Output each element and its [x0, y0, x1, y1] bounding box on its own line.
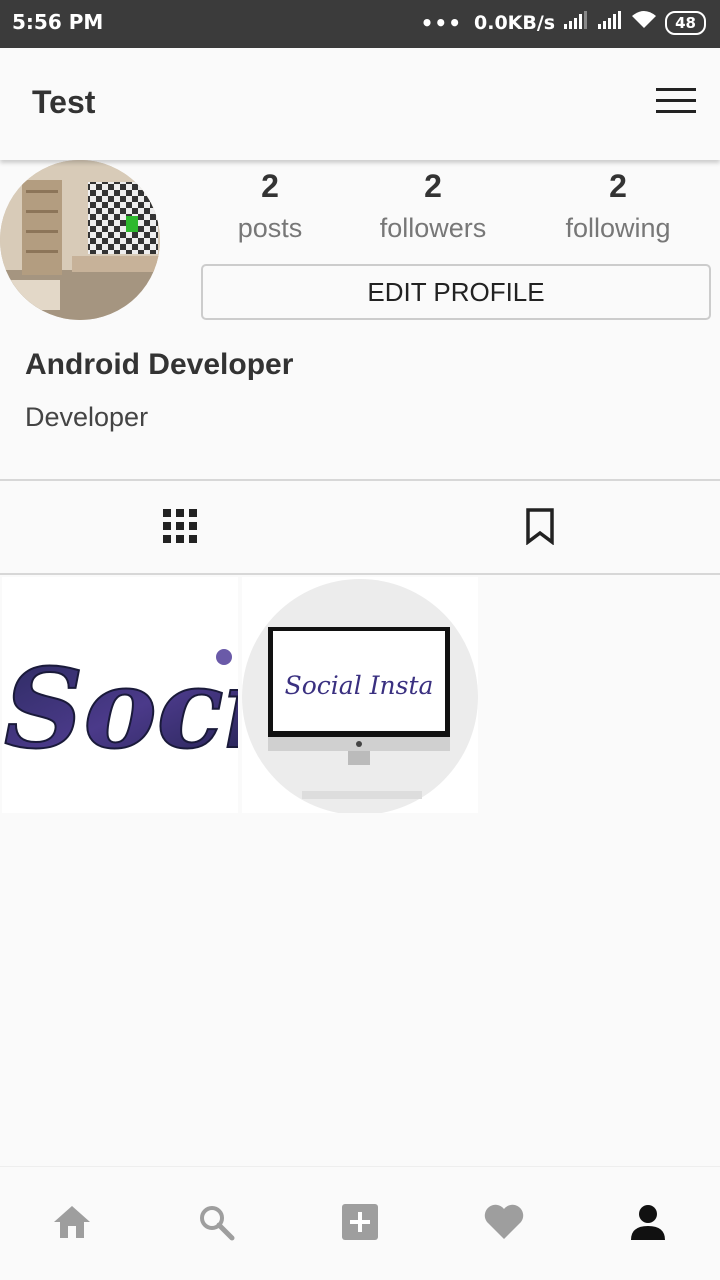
- search-icon: [197, 1203, 235, 1245]
- app-bar: Test: [0, 48, 720, 160]
- bio: Developer: [25, 402, 149, 432]
- nav-home[interactable]: [0, 1167, 144, 1280]
- avatar[interactable]: [0, 160, 160, 320]
- edit-profile-button[interactable]: EDIT PROFILE: [201, 264, 711, 320]
- followers-label: followers: [379, 213, 487, 243]
- following-label: following: [565, 213, 671, 243]
- nav-activity[interactable]: [432, 1167, 576, 1280]
- signal-icon: [597, 10, 623, 35]
- status-time: 5:56 PM: [12, 10, 104, 34]
- followers-count: 2: [424, 168, 442, 204]
- divider: [0, 479, 720, 481]
- post-image-text: Social Insta: [285, 671, 434, 700]
- home-icon: [52, 1204, 92, 1244]
- status-indicators: ••• 0.0KB/s 48: [421, 10, 706, 35]
- profile-icon: [630, 1204, 666, 1244]
- wifi-icon: [631, 10, 657, 35]
- post-thumbnail[interactable]: Social Insta: [242, 577, 478, 813]
- nav-add[interactable]: [288, 1167, 432, 1280]
- posts-stat[interactable]: 2 posts: [190, 168, 350, 244]
- tab-saved[interactable]: [360, 482, 720, 574]
- network-speed: 0.0KB/s: [474, 11, 556, 34]
- status-bar: 5:56 PM ••• 0.0KB/s 48: [0, 0, 720, 48]
- bookmark-icon: [525, 507, 555, 549]
- posts-count: 2: [261, 168, 279, 204]
- followers-stat[interactable]: 2 followers: [353, 168, 513, 244]
- bottom-navigation: [0, 1166, 720, 1280]
- heart-icon: [483, 1203, 525, 1245]
- notification-dots: •••: [420, 10, 462, 35]
- divider: [0, 573, 720, 575]
- following-count: 2: [609, 168, 627, 204]
- nav-search[interactable]: [144, 1167, 288, 1280]
- signal-icon: [563, 10, 589, 35]
- grid-icon: [163, 509, 197, 547]
- nav-profile[interactable]: [576, 1167, 720, 1280]
- display-name: Android Developer: [25, 348, 294, 381]
- add-post-icon: [342, 1204, 378, 1244]
- post-thumbnail[interactable]: Soci: [2, 577, 238, 813]
- posts-label: posts: [237, 213, 303, 243]
- hamburger-menu-icon[interactable]: [656, 88, 696, 116]
- following-stat[interactable]: 2 following: [538, 168, 698, 244]
- post-image-text: Soci: [4, 644, 238, 773]
- tab-grid[interactable]: [0, 482, 360, 574]
- page-title: Test: [32, 84, 96, 120]
- battery-icon: 48: [665, 10, 706, 35]
